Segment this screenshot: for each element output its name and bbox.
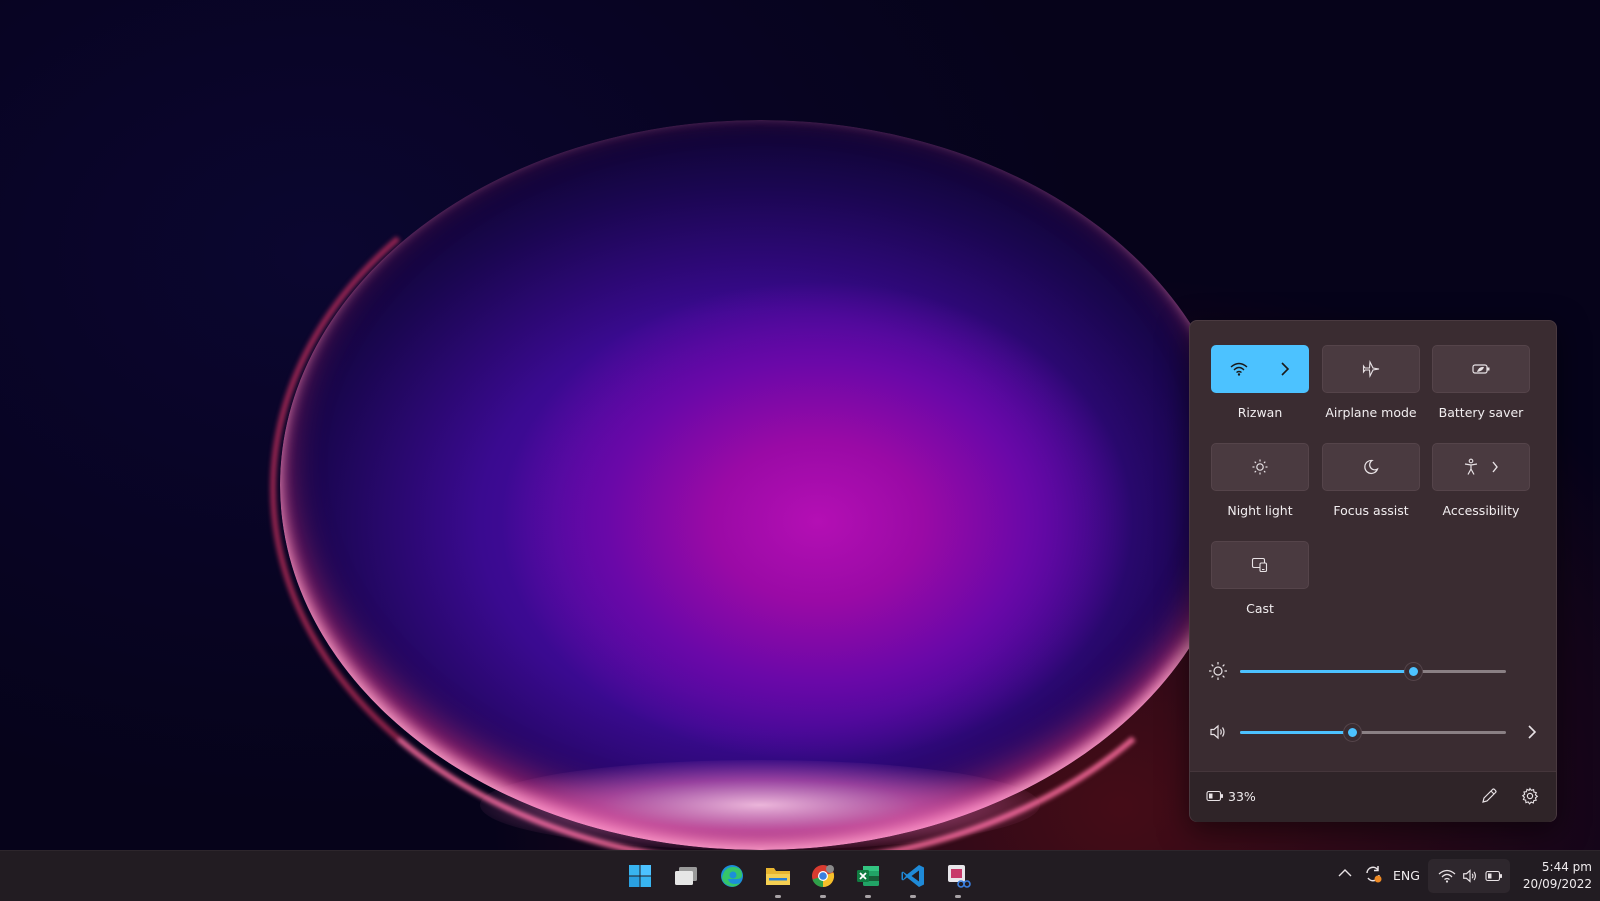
task-view-button[interactable] <box>670 860 702 892</box>
battery-saver-button[interactable] <box>1432 345 1530 393</box>
brightness-slider-row <box>1208 659 1538 683</box>
chrome-icon <box>810 863 836 889</box>
file-explorer-icon <box>765 865 791 887</box>
tile-label: Airplane mode <box>1325 405 1417 420</box>
battery-saver-icon <box>1471 362 1491 376</box>
tile-airplane-mode: Airplane mode <box>1322 345 1420 425</box>
sync-icon[interactable] <box>1363 864 1383 884</box>
speaker-icon[interactable] <box>1208 722 1228 742</box>
chrome-button[interactable] <box>807 860 839 898</box>
wifi-icon <box>1230 362 1248 376</box>
edge-icon <box>719 863 745 889</box>
gear-icon[interactable] <box>1521 787 1539 805</box>
focus-assist-button[interactable] <box>1322 443 1420 491</box>
battery-icon <box>1485 869 1503 883</box>
moon-icon <box>1363 459 1379 475</box>
start-icon <box>628 864 652 888</box>
vscode-button[interactable] <box>897 860 929 898</box>
snipping-tool-running-indicator <box>955 895 961 898</box>
wallpaper-bloom-rim <box>270 110 1262 850</box>
quick-settings-footer: 33% <box>1190 771 1556 822</box>
file-explorer-button[interactable] <box>762 860 794 898</box>
volume-slider-thumb[interactable] <box>1343 724 1361 741</box>
show-hidden-icons-chevron-up-icon[interactable] <box>1338 868 1352 878</box>
tile-focus-assist: Focus assist <box>1322 443 1420 523</box>
excel-button[interactable] <box>852 860 884 898</box>
network-volume-battery-tray-button[interactable] <box>1428 859 1510 893</box>
brightness-slider[interactable] <box>1240 663 1506 680</box>
tile-battery-saver: Battery saver <box>1432 345 1530 425</box>
tile-accessibility: Accessibility <box>1432 443 1530 523</box>
edge-button[interactable] <box>716 860 748 892</box>
volume-slider-row <box>1208 720 1538 744</box>
tile-wifi: Rizwan <box>1211 345 1309 425</box>
wallpaper-glow <box>480 760 1040 850</box>
airplane-icon <box>1362 360 1380 378</box>
wifi-chevron-right-icon[interactable] <box>1280 362 1290 376</box>
tile-label: Rizwan <box>1237 405 1283 420</box>
pencil-icon[interactable] <box>1480 787 1498 805</box>
tile-night-light: Night light <box>1211 443 1309 523</box>
wifi-icon <box>1438 869 1456 883</box>
cast-icon <box>1251 557 1269 573</box>
brightness-slider-thumb[interactable] <box>1404 663 1422 680</box>
accessibility-chevron-right-icon[interactable] <box>1491 461 1499 473</box>
night-light-button[interactable] <box>1211 443 1309 491</box>
tile-label: Accessibility <box>1442 503 1520 518</box>
clock-date: 20/09/2022 <box>1522 877 1592 891</box>
tile-label: Battery saver <box>1438 405 1524 420</box>
wifi-toggle-button[interactable] <box>1211 345 1309 393</box>
vscode-running-indicator <box>910 895 916 898</box>
cast-button[interactable] <box>1211 541 1309 589</box>
sun-icon <box>1208 661 1228 681</box>
quick-settings-body: Rizwan Airplane mode Battery saver Night… <box>1190 321 1556 771</box>
battery-icon <box>1206 790 1224 802</box>
chrome-running-indicator <box>820 895 826 898</box>
tile-label: Night light <box>1227 503 1293 518</box>
speaker-icon <box>1461 867 1479 885</box>
accessibility-icon <box>1463 458 1479 476</box>
start-button[interactable] <box>624 860 656 892</box>
clock-date-button[interactable]: 5:44 pm 20/09/2022 <box>1512 859 1592 893</box>
accessibility-button[interactable] <box>1432 443 1530 491</box>
volume-slider[interactable] <box>1240 724 1506 741</box>
brightness-slider-fill <box>1240 670 1413 673</box>
vscode-icon <box>900 863 926 889</box>
excel-running-indicator <box>865 895 871 898</box>
snipping-tool-icon <box>945 863 971 889</box>
excel-icon <box>855 864 881 888</box>
input-language-indicator[interactable]: ENG <box>1393 868 1420 883</box>
tile-cast: Cast <box>1211 541 1309 621</box>
quick-settings-panel: Rizwan Airplane mode Battery saver Night… <box>1189 320 1557 822</box>
audio-output-chevron-right-icon[interactable] <box>1524 723 1540 741</box>
tile-label: Cast <box>1246 601 1274 616</box>
night-light-icon <box>1251 458 1269 476</box>
clock-time: 5:44 pm <box>1541 860 1592 874</box>
file-explorer-running-indicator <box>775 895 781 898</box>
task-view-icon <box>673 865 699 887</box>
snipping-tool-button[interactable] <box>942 860 974 898</box>
volume-slider-fill <box>1240 731 1352 734</box>
taskbar: ENG 5:44 pm 20/09/2022 <box>0 850 1600 901</box>
battery-percent[interactable]: 33% <box>1228 789 1256 804</box>
airplane-mode-button[interactable] <box>1322 345 1420 393</box>
tile-label: Focus assist <box>1333 503 1409 518</box>
